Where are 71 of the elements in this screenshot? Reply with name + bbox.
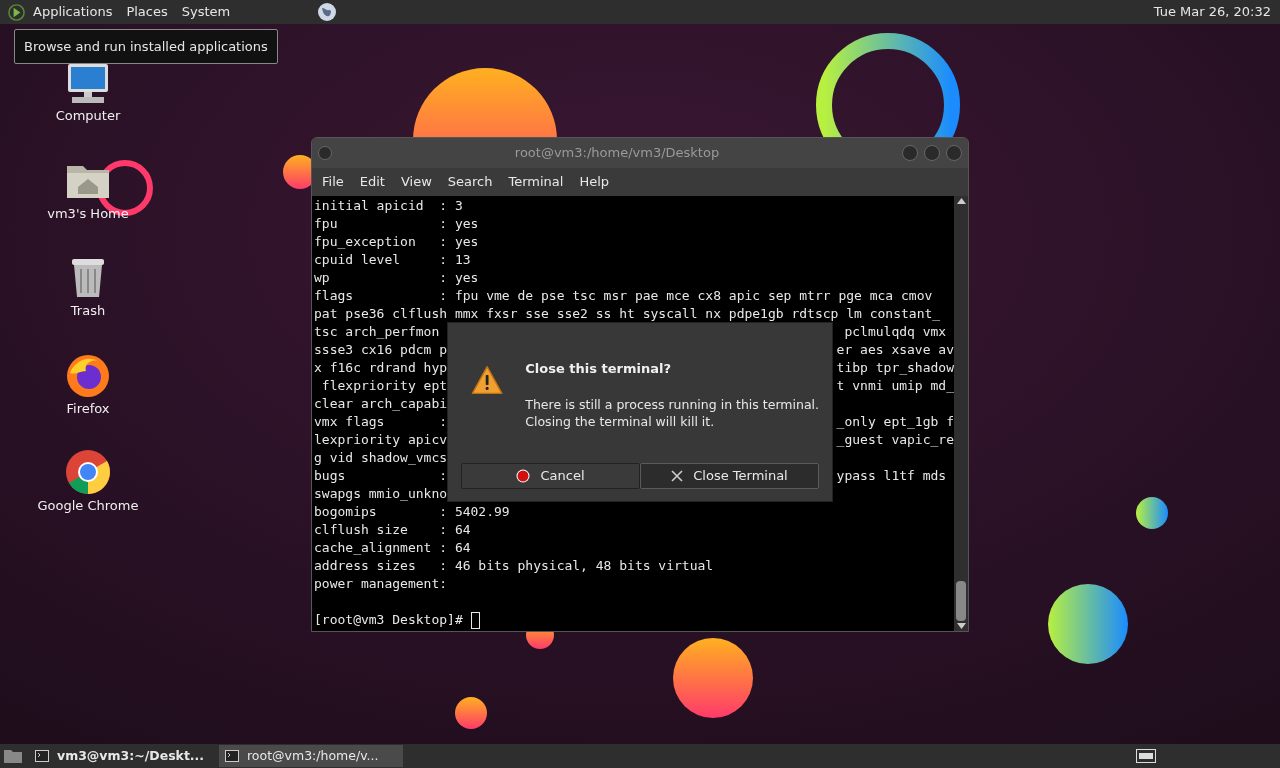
globe-icon[interactable] bbox=[317, 2, 338, 22]
dialog-message: Closing the terminal will kill it. bbox=[525, 412, 716, 430]
terminal-line: bogomips : 5402.99 bbox=[314, 503, 510, 521]
menu-item[interactable]: View bbox=[392, 172, 440, 192]
workspace-icon[interactable] bbox=[1136, 749, 1156, 763]
terminal-line: fpu : yes bbox=[314, 215, 479, 233]
terminal-line: t vnmi umip md_ bbox=[836, 377, 954, 395]
taskbar-button[interactable]: root@vm3:/home/v... bbox=[219, 745, 403, 767]
menu-item[interactable]: Help bbox=[571, 172, 618, 192]
terminal-line: ypass l1tf mds bbox=[836, 467, 948, 485]
panel-menu[interactable]: Applications bbox=[26, 2, 120, 22]
minimize-button[interactable] bbox=[902, 145, 918, 161]
terminal-icon bbox=[35, 750, 49, 762]
terminal-line: wp : yes bbox=[314, 269, 479, 287]
terminal-line: fpu_exception : yes bbox=[314, 233, 479, 251]
menu-item[interactable]: Terminal bbox=[500, 172, 572, 192]
dialog-message: There is still a process running in this terminal. bbox=[525, 395, 819, 413]
dialog-button[interactable]: Close Terminal bbox=[640, 463, 819, 489]
terminal-line: flags : fpu vme de pse tsc msr pae mce cx8 apic sep mtrr pge mca cmov bbox=[314, 287, 933, 305]
terminal-line: pat pse36 clflush mmx fxsr sse sse2 ss ht syscall nx pdpe1gb rdtscp lm constant_ bbox=[314, 305, 941, 323]
terminal-line: tibp tpr_shadow bbox=[836, 359, 954, 377]
terminal-line: address sizes : 46 bits physical, 48 bits virtual bbox=[314, 557, 714, 575]
desktop-icon-label[interactable]: Firefox bbox=[66, 398, 110, 418]
taskbar-button[interactable]: vm3@vm3:~/Deskt... bbox=[29, 745, 213, 767]
window-title: root@vm3:/home/vm3/Desktop bbox=[513, 144, 721, 163]
terminal-line: clear arch_capabi bbox=[314, 395, 448, 413]
terminal-line: vmx flags : bbox=[314, 413, 448, 431]
terminal-line: x f16c rdrand hyp bbox=[314, 359, 448, 377]
menu-item[interactable]: Search bbox=[439, 172, 501, 192]
maximize-button[interactable] bbox=[924, 145, 940, 161]
terminal-line: g vid shadow_vmcs bbox=[314, 449, 448, 467]
terminal-line: _guest vapic_re bbox=[836, 431, 954, 449]
terminal-line: bugs : bbox=[314, 467, 448, 485]
terminal-line: tsc arch_perfmon bbox=[314, 323, 440, 341]
scrollbar-thumb[interactable] bbox=[956, 581, 966, 621]
terminal-line: flexpriority ept bbox=[320, 377, 448, 395]
terminal-line: clflush size : 64 bbox=[314, 521, 471, 539]
terminal-line: swapgs mmio_unkno bbox=[314, 485, 448, 503]
scroll-down-icon[interactable] bbox=[956, 623, 966, 629]
desktop-icon-label[interactable]: vm3's Home bbox=[47, 203, 129, 223]
scroll-up-icon[interactable] bbox=[956, 198, 966, 204]
terminal-line: cache_alignment : 64 bbox=[314, 539, 471, 557]
terminal-line: lexpriority apicv bbox=[314, 431, 448, 449]
clock[interactable]: Tue Mar 26, 20:32 bbox=[1153, 2, 1271, 22]
text-cursor bbox=[470, 611, 480, 629]
chrome-icon[interactable] bbox=[64, 448, 112, 496]
desktop-icon-label[interactable]: Google Chrome bbox=[37, 496, 139, 516]
terminal-line: _only ept_1gb f bbox=[836, 413, 954, 431]
terminal-icon bbox=[225, 750, 239, 762]
close-button[interactable] bbox=[946, 145, 962, 161]
terminal-line: cpuid level : 13 bbox=[314, 251, 471, 269]
menu-logo-icon[interactable] bbox=[7, 2, 26, 22]
show-desktop-icon[interactable] bbox=[3, 748, 23, 764]
terminal-line: power management: bbox=[314, 575, 448, 593]
tooltip: Browse and run installed applications bbox=[14, 29, 278, 64]
scrollbar[interactable] bbox=[954, 196, 968, 631]
menu-item[interactable]: File bbox=[314, 172, 352, 192]
panel-menu[interactable]: System bbox=[174, 2, 238, 22]
desktop-icon-label[interactable]: Trash bbox=[70, 301, 106, 321]
terminal-line: pclmulqdq vmx bbox=[844, 323, 948, 341]
terminal-line: er aes xsave av bbox=[836, 341, 954, 359]
terminal-prompt: [root@vm3 Desktop]# bbox=[314, 611, 464, 629]
panel-menu[interactable]: Places bbox=[119, 2, 175, 22]
dialog-title: Close this terminal? bbox=[525, 360, 672, 378]
terminal-line: ssse3 cx16 pdcm p bbox=[314, 341, 448, 359]
close-icon bbox=[671, 470, 684, 482]
dialog-button[interactable]: Cancel bbox=[461, 463, 640, 489]
desktop-icon-label[interactable]: Computer bbox=[55, 106, 121, 126]
terminal-line: initial apicid : 3 bbox=[314, 197, 463, 215]
menu-item[interactable]: Edit bbox=[351, 172, 393, 192]
stop-icon bbox=[516, 469, 531, 483]
